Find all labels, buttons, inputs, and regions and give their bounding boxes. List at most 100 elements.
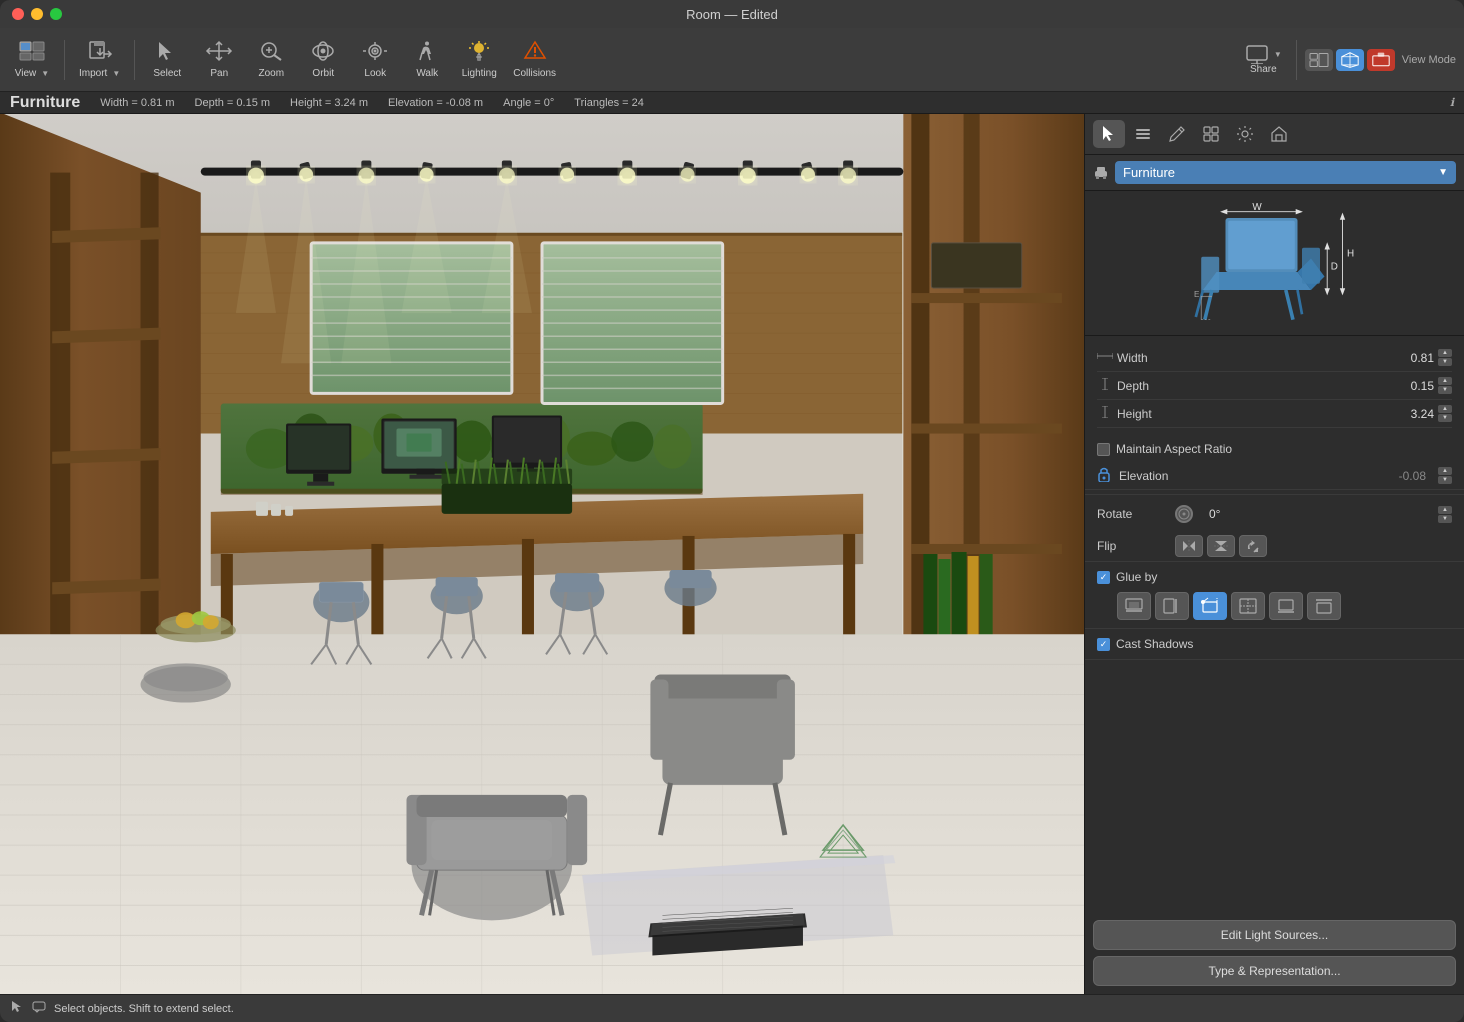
rotate-stepper[interactable]: ▲ ▼ <box>1438 506 1452 523</box>
select-icon <box>153 40 181 66</box>
floor-view-icon[interactable] <box>1367 49 1395 71</box>
rotate-decrement[interactable]: ▼ <box>1438 515 1452 523</box>
toolbar-share[interactable]: ▼ Share <box>1239 41 1288 78</box>
elevation-decrement[interactable]: ▼ <box>1438 476 1452 484</box>
height-label: Height <box>1117 407 1197 421</box>
separator-2 <box>134 40 135 80</box>
tab-pencil[interactable] <box>1161 120 1193 148</box>
tab-grid[interactable] <box>1195 120 1227 148</box>
flip-horizontal-button[interactable] <box>1175 535 1203 557</box>
infobar-elevation: Elevation = -0.08 m <box>388 97 483 109</box>
depth-decrement[interactable]: ▼ <box>1438 386 1452 394</box>
depth-icon <box>1097 378 1117 393</box>
type-representation-button[interactable]: Type & Representation... <box>1093 956 1456 986</box>
toolbar-walk[interactable]: Walk <box>403 37 451 82</box>
toolbar-lighting[interactable]: Lighting <box>455 37 503 82</box>
tab-house[interactable] <box>1263 120 1295 148</box>
width-icon <box>1097 350 1117 365</box>
share-label: Share <box>1250 64 1277 75</box>
glue-center-button[interactable] <box>1231 592 1265 620</box>
infobar-depth: Depth = 0.15 m <box>195 97 271 109</box>
separator-share <box>1296 40 1297 80</box>
height-stepper[interactable]: ▲ ▼ <box>1438 405 1452 422</box>
cast-shadows-checkbox[interactable]: ✓ <box>1097 638 1110 651</box>
maintain-ar-label: Maintain Aspect Ratio <box>1116 442 1232 456</box>
edit-light-sources-button[interactable]: Edit Light Sources... <box>1093 920 1456 950</box>
elevation-label: Elevation <box>1119 469 1391 483</box>
glue-floor-button[interactable] <box>1117 592 1151 620</box>
tab-settings[interactable] <box>1229 120 1261 148</box>
width-increment[interactable]: ▲ <box>1438 349 1452 357</box>
elevation-row: Elevation -0.08 ▲ ▼ <box>1085 462 1464 490</box>
furniture-selector: Furniture ▼ <box>1085 155 1464 191</box>
glue-checkbox[interactable]: ✓ <box>1097 571 1110 584</box>
rotate-increment[interactable]: ▲ <box>1438 506 1452 514</box>
glue-label: Glue by <box>1116 570 1157 584</box>
view-label: View <box>15 68 37 79</box>
dropdown-arrow-icon: ▼ <box>1438 167 1448 178</box>
2d-view-icon[interactable] <box>1305 49 1333 71</box>
depth-label: Depth <box>1117 379 1197 393</box>
look-label: Look <box>364 68 386 79</box>
zoom-label: Zoom <box>258 68 284 79</box>
height-row: Height 3.24 ▲ ▼ <box>1097 400 1452 428</box>
width-stepper[interactable]: ▲ ▼ <box>1438 349 1452 366</box>
glue-bottom-button[interactable] <box>1193 592 1227 620</box>
toolbar-view[interactable]: View ▼ <box>8 37 56 82</box>
close-button[interactable] <box>12 8 24 20</box>
height-value: 3.24 <box>1411 407 1438 421</box>
tab-layers[interactable] <box>1127 120 1159 148</box>
statusbar: Select objects. Shift to extend select. <box>0 994 1464 1022</box>
glue-top-button[interactable] <box>1269 592 1303 620</box>
flip-vertical-button[interactable] <box>1207 535 1235 557</box>
select-label: Select <box>153 68 181 79</box>
height-decrement[interactable]: ▼ <box>1438 414 1452 422</box>
viewport[interactable] <box>0 114 1084 994</box>
walk-label: Walk <box>416 68 438 79</box>
toolbar-orbit[interactable]: Orbit <box>299 37 347 82</box>
infobar-height: Height = 3.24 m <box>290 97 368 109</box>
width-row: Width 0.81 ▲ ▼ <box>1097 344 1452 372</box>
maximize-button[interactable] <box>50 8 62 20</box>
view-mode-label: View Mode <box>1402 54 1456 66</box>
glue-section: ✓ Glue by <box>1085 562 1464 629</box>
zoom-icon <box>257 40 285 66</box>
flip-rotate-button[interactable] <box>1239 535 1267 557</box>
toolbar-collisions[interactable]: Collisions <box>507 37 562 82</box>
toolbar-select[interactable]: Select <box>143 37 191 82</box>
elevation-stepper[interactable]: ▲ ▼ <box>1438 467 1452 484</box>
maintain-ar-checkbox[interactable]: Maintain Aspect Ratio <box>1097 442 1232 456</box>
walk-icon <box>413 40 441 66</box>
main-content: Furniture ▼ <box>0 114 1464 994</box>
window-controls[interactable] <box>12 8 62 20</box>
scene-svg <box>0 114 1084 994</box>
dimensions-section: Width 0.81 ▲ ▼ Dep <box>1085 336 1464 436</box>
width-label: Width <box>1117 351 1197 365</box>
depth-stepper[interactable]: ▲ ▼ <box>1438 377 1452 394</box>
maintain-ar-check[interactable] <box>1097 443 1110 456</box>
width-decrement[interactable]: ▼ <box>1438 358 1452 366</box>
minimize-button[interactable] <box>31 8 43 20</box>
glue-wall-button[interactable] <box>1155 592 1189 620</box>
titlebar: Room — Edited <box>0 0 1464 28</box>
furniture-icon <box>1093 163 1109 182</box>
width-value: 0.81 <box>1411 351 1438 365</box>
rotate-indicator[interactable] <box>1175 505 1193 523</box>
h-label: H <box>1347 249 1354 260</box>
depth-increment[interactable]: ▲ <box>1438 377 1452 385</box>
elevation-increment[interactable]: ▲ <box>1438 467 1452 475</box>
tab-select[interactable] <box>1093 120 1125 148</box>
3d-view-icon[interactable] <box>1336 49 1364 71</box>
panel-tabs <box>1085 114 1464 155</box>
cast-shadows-row: ✓ Cast Shadows <box>1085 629 1464 660</box>
toolbar-zoom[interactable]: Zoom <box>247 37 295 82</box>
toolbar-import[interactable]: Import ▼ <box>73 37 126 82</box>
object-type: Furniture <box>10 94 80 112</box>
depth-value: 0.15 <box>1411 379 1438 393</box>
toolbar-look[interactable]: Look <box>351 37 399 82</box>
height-increment[interactable]: ▲ <box>1438 405 1452 413</box>
furniture-dropdown[interactable]: Furniture ▼ <box>1115 161 1456 184</box>
cast-shadows-label: Cast Shadows <box>1116 637 1193 651</box>
toolbar-pan[interactable]: Pan <box>195 37 243 82</box>
glue-ceiling-button[interactable] <box>1307 592 1341 620</box>
